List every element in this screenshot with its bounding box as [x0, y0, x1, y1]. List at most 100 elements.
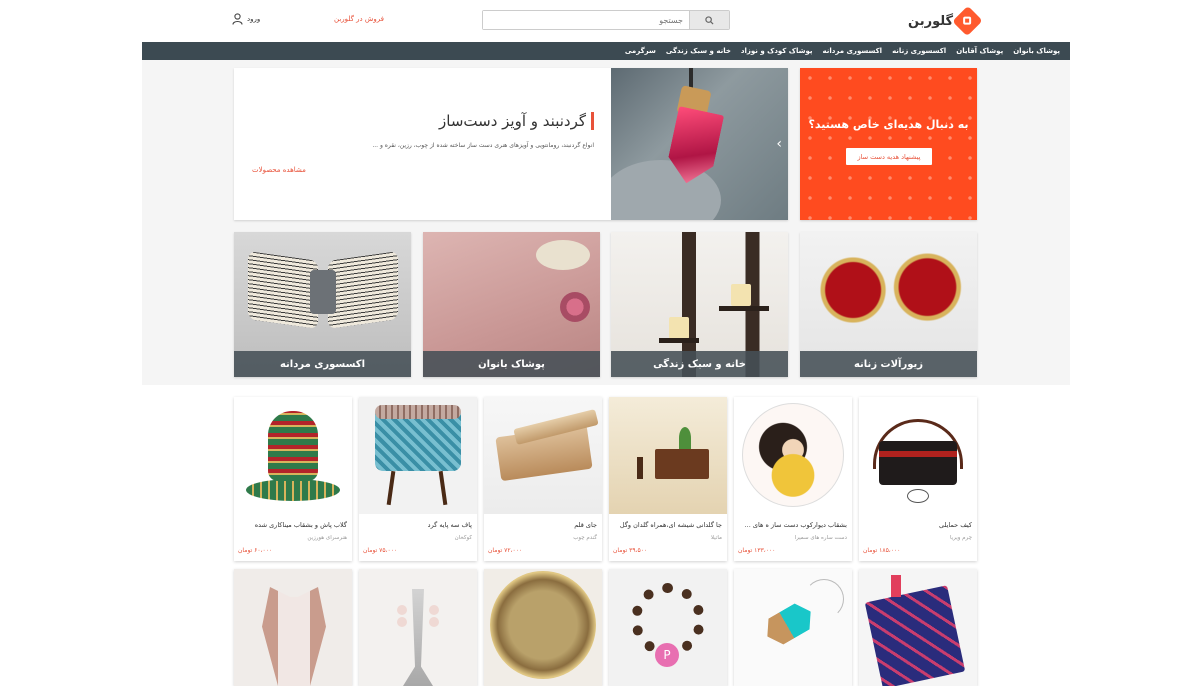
jug-shape — [268, 411, 318, 481]
pearl-shape — [429, 617, 439, 627]
product-card[interactable]: گلاب پاش و بشقاب میناکاری شده هنرسرای هو… — [234, 397, 352, 561]
product-card[interactable] — [734, 569, 852, 686]
nav-item-women-clothing[interactable]: پوشاک بانوان — [1013, 47, 1060, 55]
box-shape — [655, 449, 709, 479]
view-products-link[interactable]: مشاهده محصولات — [252, 166, 306, 174]
product-price: ۷۵،۰۰۰ تومان — [363, 547, 398, 554]
gift-suggestion-button[interactable]: پیشنهاد هدیه دست ساز — [846, 148, 932, 165]
logo-shape — [907, 489, 929, 503]
product-title: جای قلم — [574, 521, 597, 529]
pearl-shape — [397, 605, 407, 615]
product-title: گلاب پاش و بشقاب میناکاری شده — [254, 521, 347, 529]
nav-item-kids-clothing[interactable]: پوشاک کودک و نوزاد — [741, 47, 813, 55]
pearl-shape — [397, 617, 407, 627]
category-women-clothing[interactable]: پوشاک بانوان — [423, 232, 600, 377]
product-card[interactable] — [234, 569, 352, 686]
product-image — [734, 569, 852, 686]
product-shop: دست ساره های سمیرا — [794, 535, 847, 541]
product-image — [359, 569, 477, 686]
letter-bead-shape: P — [655, 643, 679, 667]
horse-shape — [262, 587, 326, 686]
flowers-shape — [560, 292, 590, 322]
product-card[interactable]: P — [609, 569, 727, 686]
nav-item-men-clothing[interactable]: پوشاک آقایان — [956, 47, 1003, 55]
leaf-shape — [679, 427, 691, 449]
product-price: ۱۳۳،۰۰۰ تومان — [738, 547, 776, 554]
product-card[interactable] — [484, 569, 602, 686]
product-shop: گندم چوب — [573, 535, 597, 541]
bowtie-knot-shape — [310, 270, 336, 314]
login-button[interactable]: ورود — [232, 13, 260, 25]
product-image — [484, 569, 602, 686]
product-title: بشقاب دیوارکوب دست ساز ه های س... — [739, 521, 847, 529]
nav-item-women-accessories[interactable]: اکسسوری زنانه — [892, 47, 946, 55]
hero-image[interactable]: › — [611, 68, 788, 220]
shelf-shape — [719, 306, 769, 311]
product-price: ۶۰،۰۰۰ تومان — [238, 547, 273, 554]
product-price: ۳۹،۵۰۰ تومان — [613, 547, 648, 554]
logo-text: گلوربن — [908, 13, 954, 29]
product-image — [234, 569, 352, 686]
candle-shape — [731, 284, 751, 306]
login-label: ورود — [247, 15, 261, 23]
bowtie-left-shape — [248, 251, 318, 329]
resin-plate-shape — [490, 571, 596, 679]
hero-description: انواع گردنبند، رومانتویی و آویزهای هنری … — [372, 142, 594, 149]
search-input[interactable] — [483, 11, 689, 29]
product-card[interactable]: پاف سه پایه گرد کوکخان ۷۵،۰۰۰ تومان — [359, 397, 477, 561]
stool-top-shape — [375, 405, 461, 419]
product-image — [609, 397, 727, 514]
product-image — [734, 397, 852, 514]
product-card[interactable] — [859, 569, 977, 686]
product-image — [859, 397, 977, 514]
hero-title-accent — [591, 112, 594, 130]
plate-shape — [246, 479, 340, 501]
hat-shape — [536, 240, 590, 270]
gift-pattern — [800, 68, 977, 220]
category-women-jewelry[interactable]: زیورآلات زنانه — [800, 232, 977, 377]
category-label: خانه و سبک زندگی — [611, 351, 788, 377]
header: گلوربن فروش در گلوربن ورود — [0, 0, 1200, 42]
logo-icon — [952, 5, 983, 37]
carpet-shape — [864, 585, 966, 686]
search-button[interactable] — [689, 11, 729, 29]
product-card[interactable]: کیف حمایلی چرم ویریا ۱۸۵،۰۰۰ تومان — [859, 397, 977, 561]
category-men-accessories[interactable]: اکسسوری مردانه — [234, 232, 411, 377]
gift-promo-banner[interactable]: به دنبال هدیه‌ای خاص هستید؟ پیشنهاد هدیه… — [800, 68, 977, 220]
product-shop: کوکخان — [454, 535, 472, 541]
product-image — [359, 397, 477, 514]
product-card[interactable]: جا گلدانی شیشه ای،همراه گلدان وگل ماتیلا… — [609, 397, 727, 561]
category-label: اکسسوری مردانه — [234, 351, 411, 377]
nav-item-entertainment[interactable]: سرگرمی — [625, 47, 656, 55]
main-nav: پوشاک بانوان پوشاک آقایان اکسسوری زنانه … — [142, 42, 1070, 60]
category-label: پوشاک بانوان — [423, 351, 600, 377]
product-title: جا گلدانی شیشه ای،همراه گلدان وگل — [619, 521, 722, 529]
plate-shape — [742, 403, 844, 507]
bowtie-right-shape — [328, 251, 398, 329]
product-card[interactable] — [359, 569, 477, 686]
tassel-shape — [891, 575, 901, 597]
leg-shape — [438, 470, 448, 506]
product-shop: چرم ویریا — [949, 535, 972, 541]
product-card[interactable]: جای قلم گندم چوب ۷۲،۰۰۰ تومان — [484, 397, 602, 561]
product-title: پاف سه پایه گرد — [427, 521, 472, 529]
logo[interactable]: گلوربن — [908, 5, 983, 37]
pearl-shape — [429, 605, 439, 615]
product-image — [484, 397, 602, 514]
sell-link[interactable]: فروش در گلوربن — [334, 15, 384, 23]
nav-item-home-lifestyle[interactable]: خانه و سبک زندگی — [666, 47, 731, 55]
hero-title: گردنبند و آویز دست‌ساز — [439, 112, 586, 130]
band-shape — [879, 451, 957, 457]
stand-shape — [637, 457, 643, 479]
category-label: زیورآلات زنانه — [800, 351, 977, 377]
product-title: کیف حمایلی — [939, 521, 972, 529]
nav-item-men-accessories[interactable]: اکسسوری مردانه — [823, 47, 883, 55]
user-icon — [232, 13, 243, 25]
chevron-right-icon[interactable]: › — [776, 136, 782, 152]
candle-shape — [669, 317, 689, 339]
product-price: ۱۸۵،۰۰۰ تومان — [863, 547, 901, 554]
bag-shape — [879, 441, 957, 485]
search-bar — [482, 10, 730, 30]
category-home-lifestyle[interactable]: خانه و سبک زندگی — [611, 232, 788, 377]
product-card[interactable]: بشقاب دیوارکوب دست ساز ه های س... دست سا… — [734, 397, 852, 561]
